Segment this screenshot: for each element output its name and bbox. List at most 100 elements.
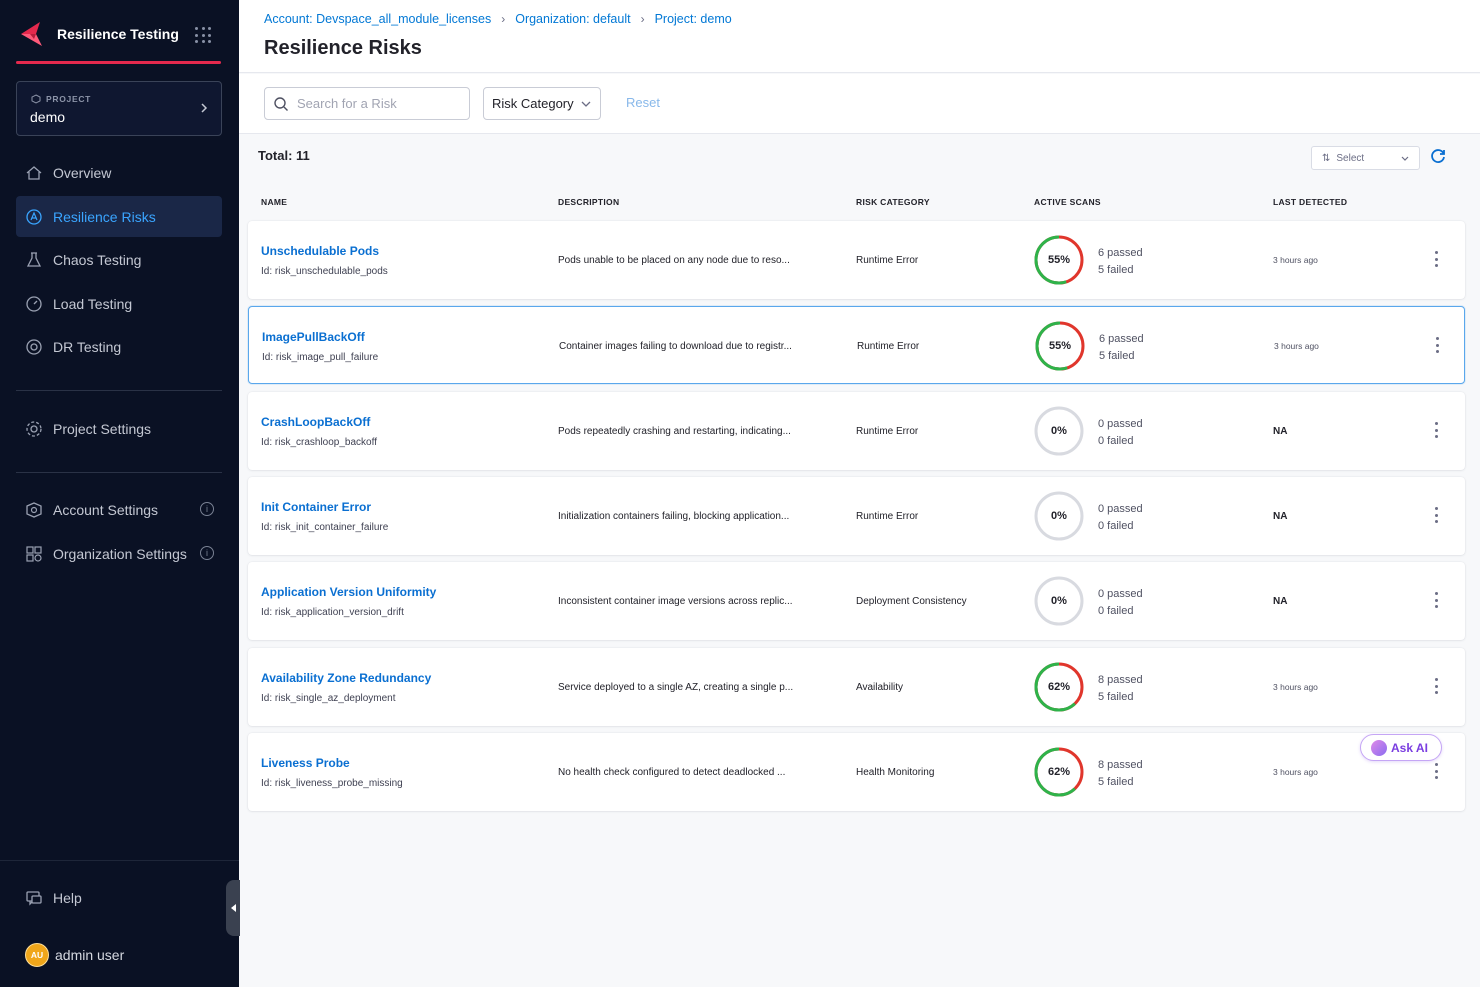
- gear-icon: [25, 420, 43, 438]
- risk-id: Id: risk_image_pull_failure: [262, 352, 379, 363]
- sidebar: Resilience Testing PROJECT demo Overview…: [0, 0, 239, 987]
- risk-description: Container images failing to download due…: [559, 341, 792, 352]
- chevron-right-icon: ›: [501, 12, 506, 26]
- scans-passed: 6 passed: [1099, 333, 1144, 345]
- sort-icon: ⇅: [1322, 152, 1331, 164]
- scans-failed: 5 failed: [1098, 776, 1134, 788]
- ask-ai-button[interactable]: Ask AI: [1360, 734, 1442, 761]
- risk-description: No health check configured to detect dea…: [558, 767, 786, 778]
- info-icon[interactable]: i: [200, 502, 214, 516]
- more-options-icon[interactable]: [1435, 251, 1439, 267]
- table-row[interactable]: CrashLoopBackOff Id: risk_crashloop_backo…: [248, 392, 1465, 470]
- risk-category-label: Risk Category: [492, 96, 574, 111]
- account-gear-icon: [25, 501, 43, 519]
- brand[interactable]: Resilience Testing: [18, 18, 218, 50]
- column-header-risk-category[interactable]: RISK CATEGORY: [856, 197, 930, 207]
- scan-percent: 62%: [1047, 681, 1071, 693]
- project-label: PROJECT: [31, 94, 91, 104]
- risk-name-link[interactable]: Init Container Error: [261, 500, 371, 514]
- search-input[interactable]: [297, 96, 457, 111]
- more-options-icon[interactable]: [1436, 337, 1440, 353]
- project-selector[interactable]: PROJECT demo: [16, 81, 222, 136]
- scans-failed: 5 failed: [1098, 264, 1134, 276]
- column-header-last-detected[interactable]: LAST DETECTED: [1273, 197, 1347, 207]
- sidebar-item-organization-settings[interactable]: Organization Settings i: [16, 533, 222, 574]
- risk-name-link[interactable]: Application Version Uniformity: [261, 585, 436, 599]
- flask-icon: [25, 251, 43, 269]
- table-row[interactable]: ImagePullBackOff Id: risk_image_pull_fail…: [248, 306, 1465, 384]
- table-row[interactable]: Liveness Probe Id: risk_liveness_probe_mi…: [248, 733, 1465, 811]
- column-header-description[interactable]: DESCRIPTION: [558, 197, 619, 207]
- risk-id: Id: risk_init_container_failure: [261, 522, 389, 533]
- reset-button[interactable]: Reset: [626, 95, 660, 110]
- scan-percent: 55%: [1047, 254, 1071, 266]
- app-switcher-icon[interactable]: [195, 27, 211, 43]
- sidebar-item-label: Chaos Testing: [53, 251, 142, 268]
- caret-left-icon: [230, 904, 236, 912]
- column-header-active-scans[interactable]: ACTIVE SCANS: [1034, 197, 1101, 207]
- breadcrumb-organization[interactable]: Organization: default: [515, 12, 630, 26]
- user-name[interactable]: admin user: [55, 947, 124, 963]
- last-detected: 3 hours ago: [1273, 255, 1318, 265]
- sidebar-item-chaos-testing[interactable]: Chaos Testing: [16, 239, 222, 280]
- sidebar-item-label: Load Testing: [53, 295, 133, 312]
- risk-id: Id: risk_unschedulable_pods: [261, 266, 388, 277]
- scans-passed: 0 passed: [1098, 418, 1143, 430]
- sidebar-item-help[interactable]: Help: [16, 877, 222, 918]
- scan-percent: 0%: [1051, 510, 1067, 522]
- table-row[interactable]: Unschedulable Pods Id: risk_unschedulable…: [248, 221, 1465, 299]
- table-row[interactable]: Application Version Uniformity Id: risk_a…: [248, 562, 1465, 640]
- sidebar-item-dr-testing[interactable]: DR Testing: [16, 326, 222, 367]
- risk-id: Id: risk_single_az_deployment: [261, 693, 396, 704]
- project-label-text: PROJECT: [46, 94, 92, 104]
- sidebar-item-label: Resilience Risks: [53, 208, 156, 225]
- risk-name-link[interactable]: Unschedulable Pods: [261, 244, 379, 258]
- help-chat-icon: [25, 889, 43, 907]
- scans-passed: 8 passed: [1098, 759, 1143, 771]
- info-icon[interactable]: i: [200, 546, 214, 560]
- risk-name-link[interactable]: Liveness Probe: [261, 756, 350, 770]
- table-row[interactable]: Availability Zone Redundancy Id: risk_sin…: [248, 648, 1465, 726]
- sidebar-collapse-button[interactable]: [226, 880, 240, 936]
- more-options-icon[interactable]: [1435, 592, 1439, 608]
- sort-dropdown[interactable]: ⇅ Select: [1311, 146, 1420, 170]
- scan-percent: 0%: [1051, 425, 1067, 437]
- sidebar-footer-divider: [0, 860, 239, 861]
- risk-name-link[interactable]: CrashLoopBackOff: [261, 415, 370, 429]
- more-options-icon[interactable]: [1435, 422, 1439, 438]
- brand-underline: [16, 61, 221, 64]
- sidebar-item-resilience-risks[interactable]: Resilience Risks: [16, 196, 222, 237]
- column-header-name[interactable]: NAME: [261, 197, 287, 207]
- avatar[interactable]: AU: [25, 943, 49, 967]
- resilience-logo-icon: [21, 22, 42, 46]
- risk-icon: [25, 208, 43, 226]
- ai-assistant-icon: [1371, 739, 1387, 756]
- risk-name-link[interactable]: Availability Zone Redundancy: [261, 671, 431, 685]
- last-detected: NA: [1273, 596, 1288, 607]
- scans-passed: 0 passed: [1098, 503, 1143, 515]
- more-options-icon[interactable]: [1435, 507, 1439, 523]
- table-row[interactable]: Init Container Error Id: risk_init_contai…: [248, 477, 1465, 555]
- search-icon: [274, 96, 288, 111]
- sidebar-divider: [16, 390, 222, 391]
- gauge-icon: [25, 295, 43, 313]
- breadcrumb-project[interactable]: Project: demo: [655, 12, 732, 26]
- sidebar-item-account-settings[interactable]: Account Settings i: [16, 489, 222, 530]
- chevron-right-icon: [201, 103, 208, 113]
- home-icon: [25, 164, 43, 182]
- risk-category-dropdown[interactable]: Risk Category: [483, 87, 601, 120]
- search-box[interactable]: [264, 87, 470, 120]
- more-options-icon[interactable]: [1435, 763, 1439, 779]
- sidebar-item-project-settings[interactable]: Project Settings: [16, 408, 222, 449]
- sidebar-item-overview[interactable]: Overview: [16, 152, 222, 193]
- scans-passed: 6 passed: [1098, 247, 1143, 259]
- scan-percent: 62%: [1047, 766, 1071, 778]
- risk-name-link[interactable]: ImagePullBackOff: [262, 330, 365, 344]
- risk-description: Pods repeatedly crashing and restarting,…: [558, 426, 791, 437]
- breadcrumb: Account: Devspace_all_module_licenses › …: [264, 12, 732, 26]
- refresh-icon[interactable]: [1429, 147, 1447, 165]
- risk-id: Id: risk_liveness_probe_missing: [261, 778, 403, 789]
- breadcrumb-account[interactable]: Account: Devspace_all_module_licenses: [264, 12, 491, 26]
- sidebar-item-load-testing[interactable]: Load Testing: [16, 283, 222, 324]
- more-options-icon[interactable]: [1435, 678, 1439, 694]
